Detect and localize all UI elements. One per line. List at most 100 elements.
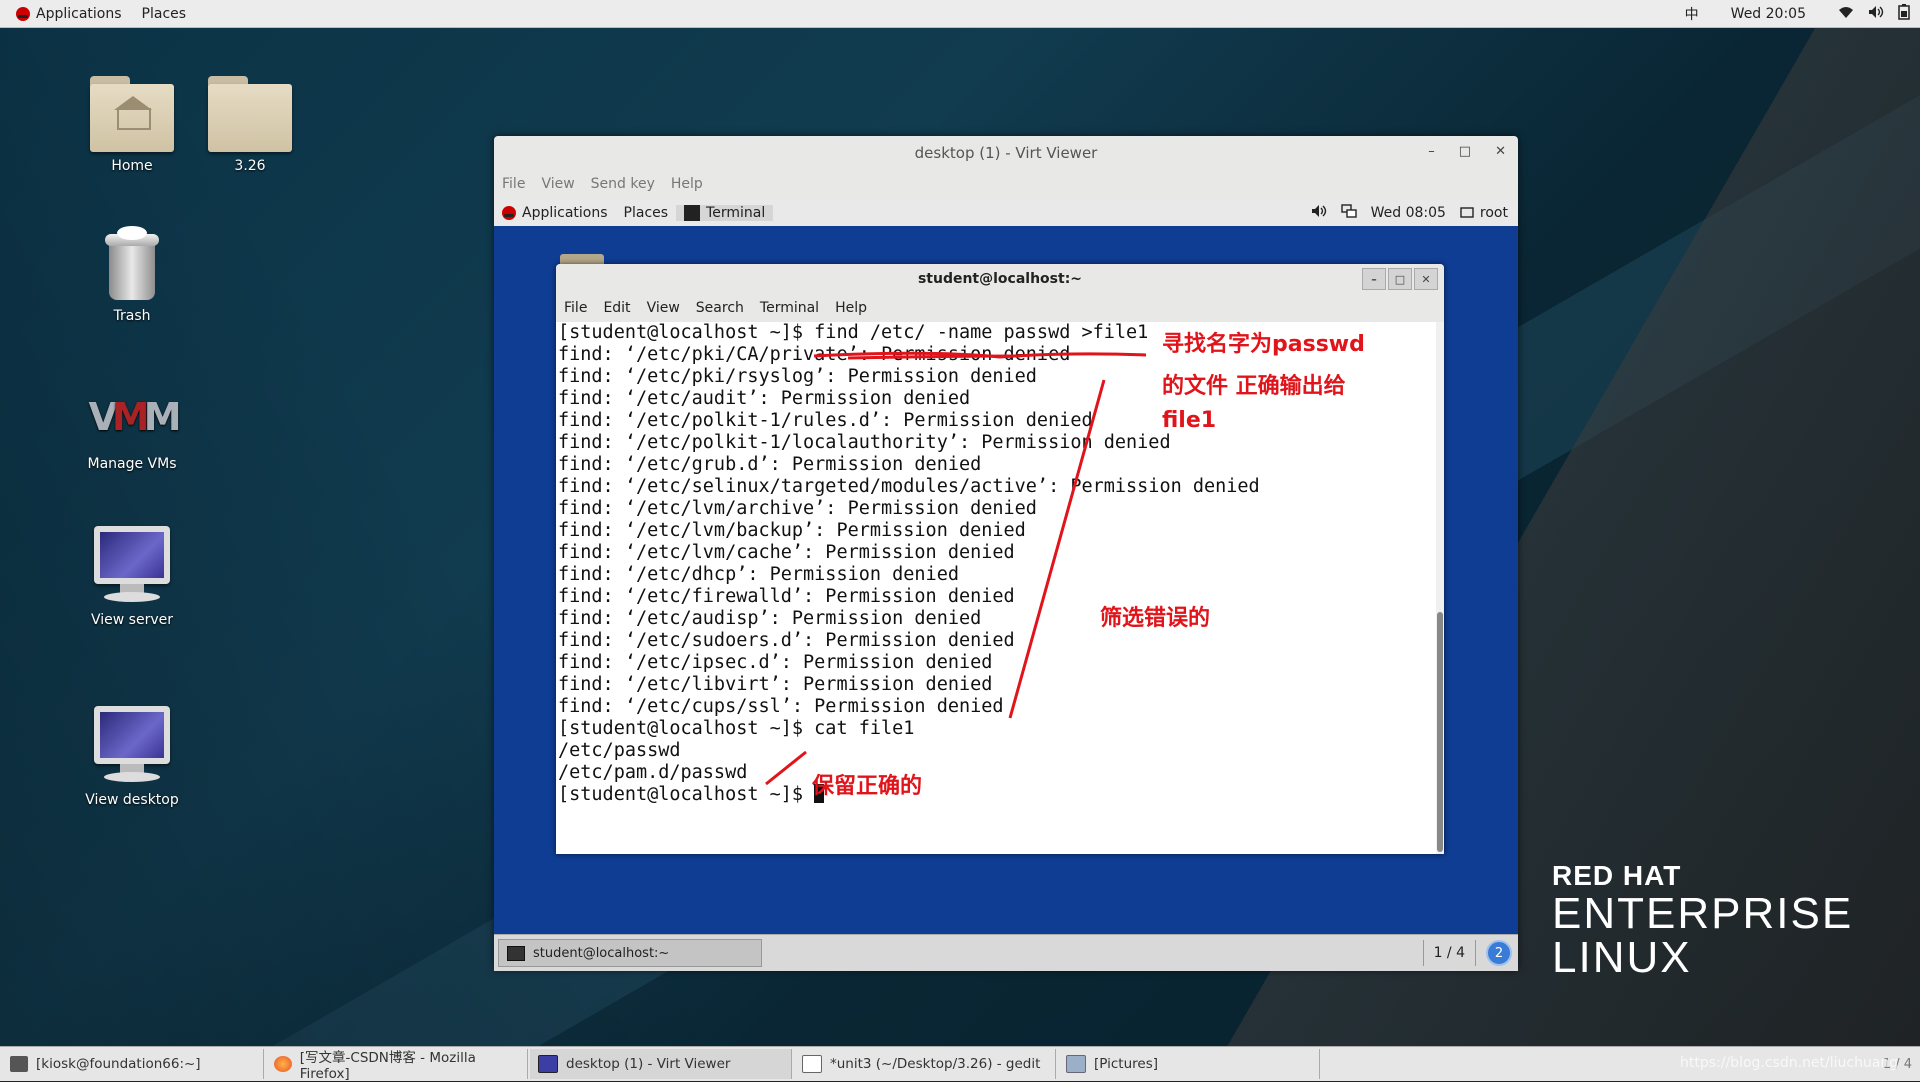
scrollbar-thumb[interactable] xyxy=(1437,612,1443,852)
volume-icon[interactable] xyxy=(1311,204,1327,222)
desktop-icon-trash[interactable]: Trash xyxy=(72,226,192,324)
menu-view[interactable]: View xyxy=(541,176,574,192)
term-menu-view[interactable]: View xyxy=(647,300,680,316)
terminal-icon xyxy=(10,1056,28,1072)
guest-terminal-label: Terminal xyxy=(706,205,766,221)
annotation-find-explanation-2: 的文件 正确输出给 xyxy=(1162,374,1346,399)
taskbar-item-virt-viewer[interactable]: desktop (1) - Virt Viewer xyxy=(530,1049,792,1079)
menu-send-key[interactable]: Send key xyxy=(591,176,655,192)
applications-menu[interactable]: Applications xyxy=(6,6,132,22)
notification-badge[interactable]: 2 xyxy=(1486,940,1512,966)
guest-places-menu[interactable]: Places xyxy=(616,205,677,221)
taskbar-item-terminal[interactable]: [kiosk@foundation66:~] xyxy=(2,1049,264,1079)
desktop-icon-label: 3.26 xyxy=(234,158,266,174)
battery-icon[interactable] xyxy=(1898,3,1910,24)
taskbar-item-gedit[interactable]: *unit3 (~/Desktop/3.26) - gedit xyxy=(794,1049,1056,1079)
taskbar-item-firefox[interactable]: [写文章-CSDN博客 - Mozilla Firefox] xyxy=(266,1049,528,1082)
guest-terminal-app-menu[interactable]: Terminal xyxy=(676,205,774,221)
terminal-title: student@localhost:~ xyxy=(917,271,1083,287)
terminal-line: [student@localhost ~]$ cat file1 xyxy=(558,718,915,739)
maximize-icon[interactable]: □ xyxy=(1388,268,1412,290)
terminal-line: find: ‘/etc/libvirt’: Permission denied xyxy=(558,674,993,695)
logo-line-2: ENTERPRISE xyxy=(1552,889,1854,938)
guest-bottom-panel: student@localhost:~ 1 / 4 2 xyxy=(494,934,1518,971)
desktop-icon-view-server[interactable]: View server xyxy=(72,526,192,628)
terminal-menubar: File Edit View Search Terminal Help xyxy=(556,294,1444,322)
separator xyxy=(1475,940,1476,966)
firefox-icon xyxy=(274,1056,292,1072)
redhat-icon xyxy=(502,206,516,220)
top-panel: Applications Places 中 Wed 20:05 xyxy=(0,0,1920,28)
window-titlebar[interactable]: desktop (1) - Virt Viewer – □ ✕ xyxy=(494,136,1518,170)
annotation-find-explanation-1: 寻找名字为passwd xyxy=(1162,332,1365,357)
terminal-line: find: ‘/etc/grub.d’: Permission denied xyxy=(558,454,982,475)
desktop-icon-3-26[interactable]: 3.26 xyxy=(190,76,310,174)
desktop-icon-label: View server xyxy=(91,612,173,628)
logo-line-3: LINUX xyxy=(1552,933,1692,982)
terminal-line: find: ‘/etc/lvm/backup’: Permission deni… xyxy=(558,520,1026,541)
folder-icon xyxy=(208,76,292,152)
terminal-icon xyxy=(684,205,701,221)
guest-applications-label: Applications xyxy=(522,205,608,221)
guest-user-label: root xyxy=(1479,205,1508,221)
terminal-line: find: ‘/etc/ipsec.d’: Permission denied xyxy=(558,652,993,673)
desktop-icon-label: Manage VMs xyxy=(87,456,177,472)
window-title: desktop (1) - Virt Viewer xyxy=(914,144,1098,162)
terminal-line: find: ‘/etc/cups/ssl’: Permission denied xyxy=(558,696,1004,717)
desktop-icon-home[interactable]: Home xyxy=(72,76,192,174)
taskbar-label: desktop (1) - Virt Viewer xyxy=(566,1056,731,1072)
virt-viewer-menubar: File View Send key Help xyxy=(494,170,1518,198)
term-menu-file[interactable]: File xyxy=(564,300,587,316)
menu-help[interactable]: Help xyxy=(671,176,703,192)
network-icon[interactable] xyxy=(1340,204,1357,222)
input-method-indicator[interactable]: 中 xyxy=(1685,4,1699,24)
guest-display[interactable]: Applications Places Terminal Wed 08:05 r… xyxy=(494,200,1518,971)
annotation-find-explanation-3: file1 xyxy=(1162,408,1217,433)
monitor-icon xyxy=(90,526,174,606)
terminal-line: find: ‘/etc/audisp’: Permission denied xyxy=(558,608,982,629)
terminal-output[interactable]: [student@localhost ~]$ find /etc/ -name … xyxy=(556,322,1438,854)
volume-icon[interactable] xyxy=(1868,5,1884,23)
close-icon[interactable]: ✕ xyxy=(1414,268,1438,290)
redhat-enterprise-linux-logo: RED HAT ENTERPRISE LINUX xyxy=(1552,860,1853,980)
minimize-icon[interactable]: – xyxy=(1428,144,1435,159)
terminal-line: find: ‘/etc/lvm/cache’: Permission denie… xyxy=(558,542,1015,563)
places-menu[interactable]: Places xyxy=(132,6,197,22)
minimize-icon[interactable]: – xyxy=(1362,268,1386,290)
bottom-taskbar: [kiosk@foundation66:~] [写文章-CSDN博客 - Moz… xyxy=(0,1046,1920,1082)
taskbar-label: *unit3 (~/Desktop/3.26) - gedit xyxy=(830,1056,1041,1072)
close-icon[interactable]: ✕ xyxy=(1495,144,1506,159)
guest-applications-menu[interactable]: Applications xyxy=(494,205,616,221)
guest-top-panel: Applications Places Terminal Wed 08:05 r… xyxy=(494,200,1518,227)
annotation-keep-correct: 保留正确的 xyxy=(812,774,923,799)
guest-clock[interactable]: Wed 08:05 xyxy=(1371,205,1446,221)
desktop-icon-view-desktop[interactable]: View desktop xyxy=(72,706,192,808)
term-menu-edit[interactable]: Edit xyxy=(603,300,630,316)
term-menu-help[interactable]: Help xyxy=(835,300,867,316)
guest-taskbar-item-terminal[interactable]: student@localhost:~ xyxy=(498,939,762,967)
guest-workspace-pager[interactable]: 1 / 4 2 xyxy=(1422,940,1512,966)
term-menu-search[interactable]: Search xyxy=(696,300,744,316)
terminal-prompt-line: [student@localhost ~]$ xyxy=(558,784,1438,806)
desktop-icon-manage-vms[interactable]: VMM Manage VMs xyxy=(72,392,192,472)
logo-line-1: RED HAT xyxy=(1552,860,1682,891)
virt-viewer-window[interactable]: desktop (1) - Virt Viewer – □ ✕ File Vie… xyxy=(494,136,1518,971)
guest-user-menu[interactable]: root xyxy=(1460,205,1508,221)
terminal-line: find: ‘/etc/sudoers.d’: Permission denie… xyxy=(558,630,1015,651)
clock[interactable]: Wed 20:05 xyxy=(1731,6,1806,22)
terminal-scrollbar[interactable] xyxy=(1436,322,1444,854)
terminal-titlebar[interactable]: student@localhost:~ – □ ✕ xyxy=(556,264,1444,294)
menu-file[interactable]: File xyxy=(502,176,525,192)
terminal-line: find: ‘/etc/lvm/archive’: Permission den… xyxy=(558,498,1037,519)
taskbar-item-pictures[interactable]: [Pictures] xyxy=(1058,1049,1320,1079)
term-menu-terminal[interactable]: Terminal xyxy=(760,300,819,316)
wifi-icon[interactable] xyxy=(1838,5,1854,23)
maximize-icon[interactable]: □ xyxy=(1459,144,1471,159)
redhat-icon xyxy=(16,6,30,21)
terminal-line: find: ‘/etc/polkit-1/localauthority’: Pe… xyxy=(558,432,1171,453)
guest-task-label: student@localhost:~ xyxy=(533,945,670,961)
terminal-line: find: ‘/etc/dhcp’: Permission denied xyxy=(558,564,959,585)
applications-label: Applications xyxy=(36,5,122,22)
virt-manager-icon: VMM xyxy=(88,395,181,439)
home-folder-icon xyxy=(90,76,174,152)
